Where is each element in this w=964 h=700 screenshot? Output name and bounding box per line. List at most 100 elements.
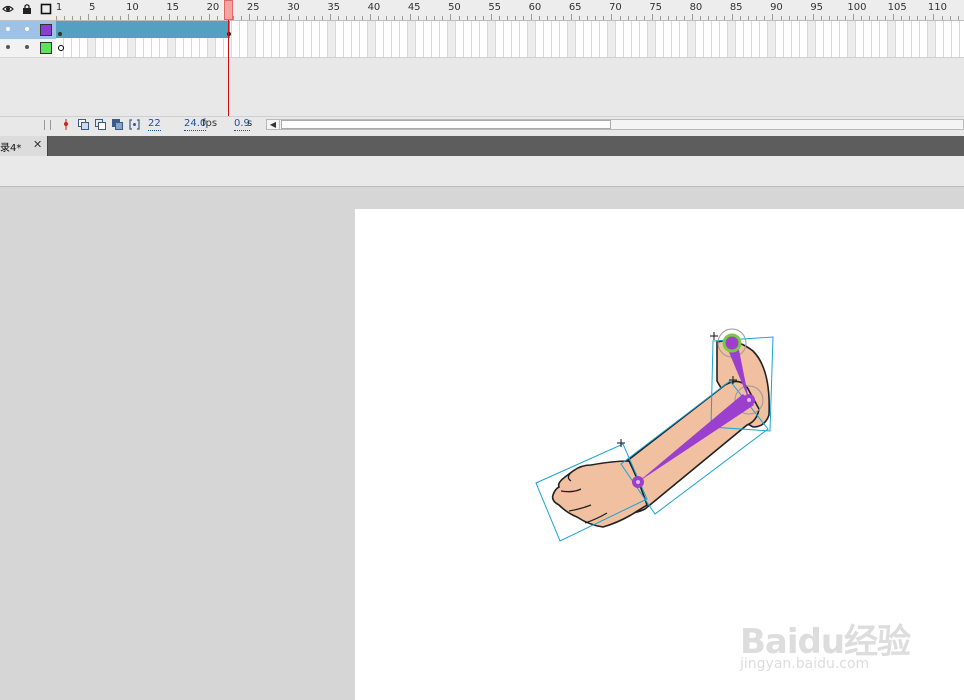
eye-icon[interactable] [2,3,14,15]
ruler-frame-number: 70 [609,2,622,13]
ruler-tick [418,16,420,20]
ruler-tick [72,16,74,20]
ruler-tick [812,14,814,20]
ruler-tick [539,16,540,20]
ruler-tick [933,14,935,20]
ruler-tick [732,14,734,20]
ruler-tick [861,16,862,20]
ruler-tick [740,16,742,20]
ruler-tick [844,16,846,20]
ruler-tick [917,16,919,20]
scroll-left-arrow-icon[interactable]: ◀ [267,120,280,129]
lock-dot[interactable] [25,45,29,49]
ruler-frame-number: 35 [327,2,341,13]
ruler-tick [724,16,726,20]
modify-markers-icon[interactable] [129,119,140,130]
ruler-tick [442,16,444,20]
onion-skin-outlines-icon[interactable] [95,119,106,130]
onion-skin-icon[interactable] [78,119,89,130]
ruler-tick [386,16,388,20]
visibility-dot[interactable] [6,27,10,31]
ruler-tick [667,16,669,20]
document-tab-bar: 录4* ✕ [0,136,964,156]
lock-icon[interactable] [21,3,33,15]
edit-multiple-frames-icon[interactable] [112,119,123,130]
ruler-frame-number: 60 [528,2,542,13]
ruler-tick [329,14,331,20]
scrollbar-thumb[interactable] [281,120,611,129]
ruler-frame-number: 10 [126,2,139,13]
layer-controls[interactable] [0,39,56,58]
document-tab[interactable]: 录4* ✕ [0,136,48,156]
layer-frames[interactable] [56,21,964,40]
ruler-tick [885,16,887,20]
ruler-tick [321,16,323,20]
layer-controls[interactable] [0,21,56,39]
ruler-tick [217,16,218,20]
ruler-tick [700,16,701,20]
ruler-tick [804,16,806,20]
fps-unit: fps [202,118,218,129]
ruler-tick [394,16,396,20]
ruler-tick [957,16,959,20]
layer-color-swatch[interactable] [40,42,52,54]
ruler-tick [780,16,782,20]
visibility-dot[interactable] [6,45,10,49]
ruler-tick [281,16,283,20]
ruler-frame-number: 15 [166,2,180,13]
ruler-tick [691,14,693,20]
ruler-tick [353,16,355,20]
ruler-tick [80,16,82,20]
ruler-frame-number: 1 [55,2,63,13]
ruler-tick [112,16,114,20]
ruler-tick [571,14,573,20]
ruler-frame-number: 75 [649,2,663,13]
ruler-tick [233,16,235,20]
layer-row-armature[interactable] [0,21,964,40]
ruler-frame-number: 90 [770,2,783,13]
ruler-tick [651,14,653,20]
ruler-tick [265,16,267,20]
panel-grip[interactable] [44,120,51,130]
pose-span[interactable] [56,21,230,38]
ruler-tick [410,14,412,20]
ruler-tick [313,16,315,20]
ruler-tick [466,16,468,20]
edit-bar [0,156,964,187]
layer-frames[interactable] [56,39,964,58]
ruler-tick [659,16,661,20]
ruler-frame-number: 105 [887,2,907,13]
ruler-frame-number: 5 [89,2,96,13]
ruler-tick [708,16,710,20]
outline-icon[interactable] [40,3,52,15]
ruler-frame-number: 40 [367,2,381,13]
close-icon[interactable]: ✕ [33,138,42,151]
document-tab-label[interactable]: 录4* [0,139,21,154]
layer-color-swatch[interactable] [40,24,52,36]
ruler-tick [852,14,854,20]
ruler-frame-number: 110 [927,2,947,13]
ruler-tick [909,16,911,20]
ruler-tick [345,16,347,20]
pose-keyframe[interactable] [58,32,62,36]
playhead[interactable] [224,0,233,20]
lock-dot[interactable] [25,27,29,31]
timeline-status-bar: 22 24.0 fps 0.9 s ◀ [0,116,964,133]
ruler-frame-numbers: 1 5 10 15 20 25 30 35 40 45 50 55 60 65 70 75 80 85 90 95 10… [56,0,964,20]
ruler-tick [160,16,162,20]
ruler-tick [144,16,146,20]
ruler-tick [555,16,557,20]
ruler-tick [836,16,838,20]
ruler-tick [716,16,718,20]
timeline-horizontal-scrollbar[interactable]: ◀ [266,119,964,130]
ruler-tick [490,14,492,20]
ruler-frame-number: 85 [729,2,743,13]
ruler-tick [378,16,379,20]
center-frame-icon[interactable] [63,119,69,130]
watermark-url: jingyan.baidu.com [740,656,870,672]
layer-row-2[interactable] [0,39,964,58]
timeline-ruler[interactable]: 1 5 10 15 20 25 30 35 40 45 50 55 60 65 70 75 80 85 90 95 10… [0,0,964,21]
current-frame-value[interactable]: 22 [148,118,161,131]
ruler-tick [120,16,122,20]
empty-keyframe[interactable] [58,45,64,51]
